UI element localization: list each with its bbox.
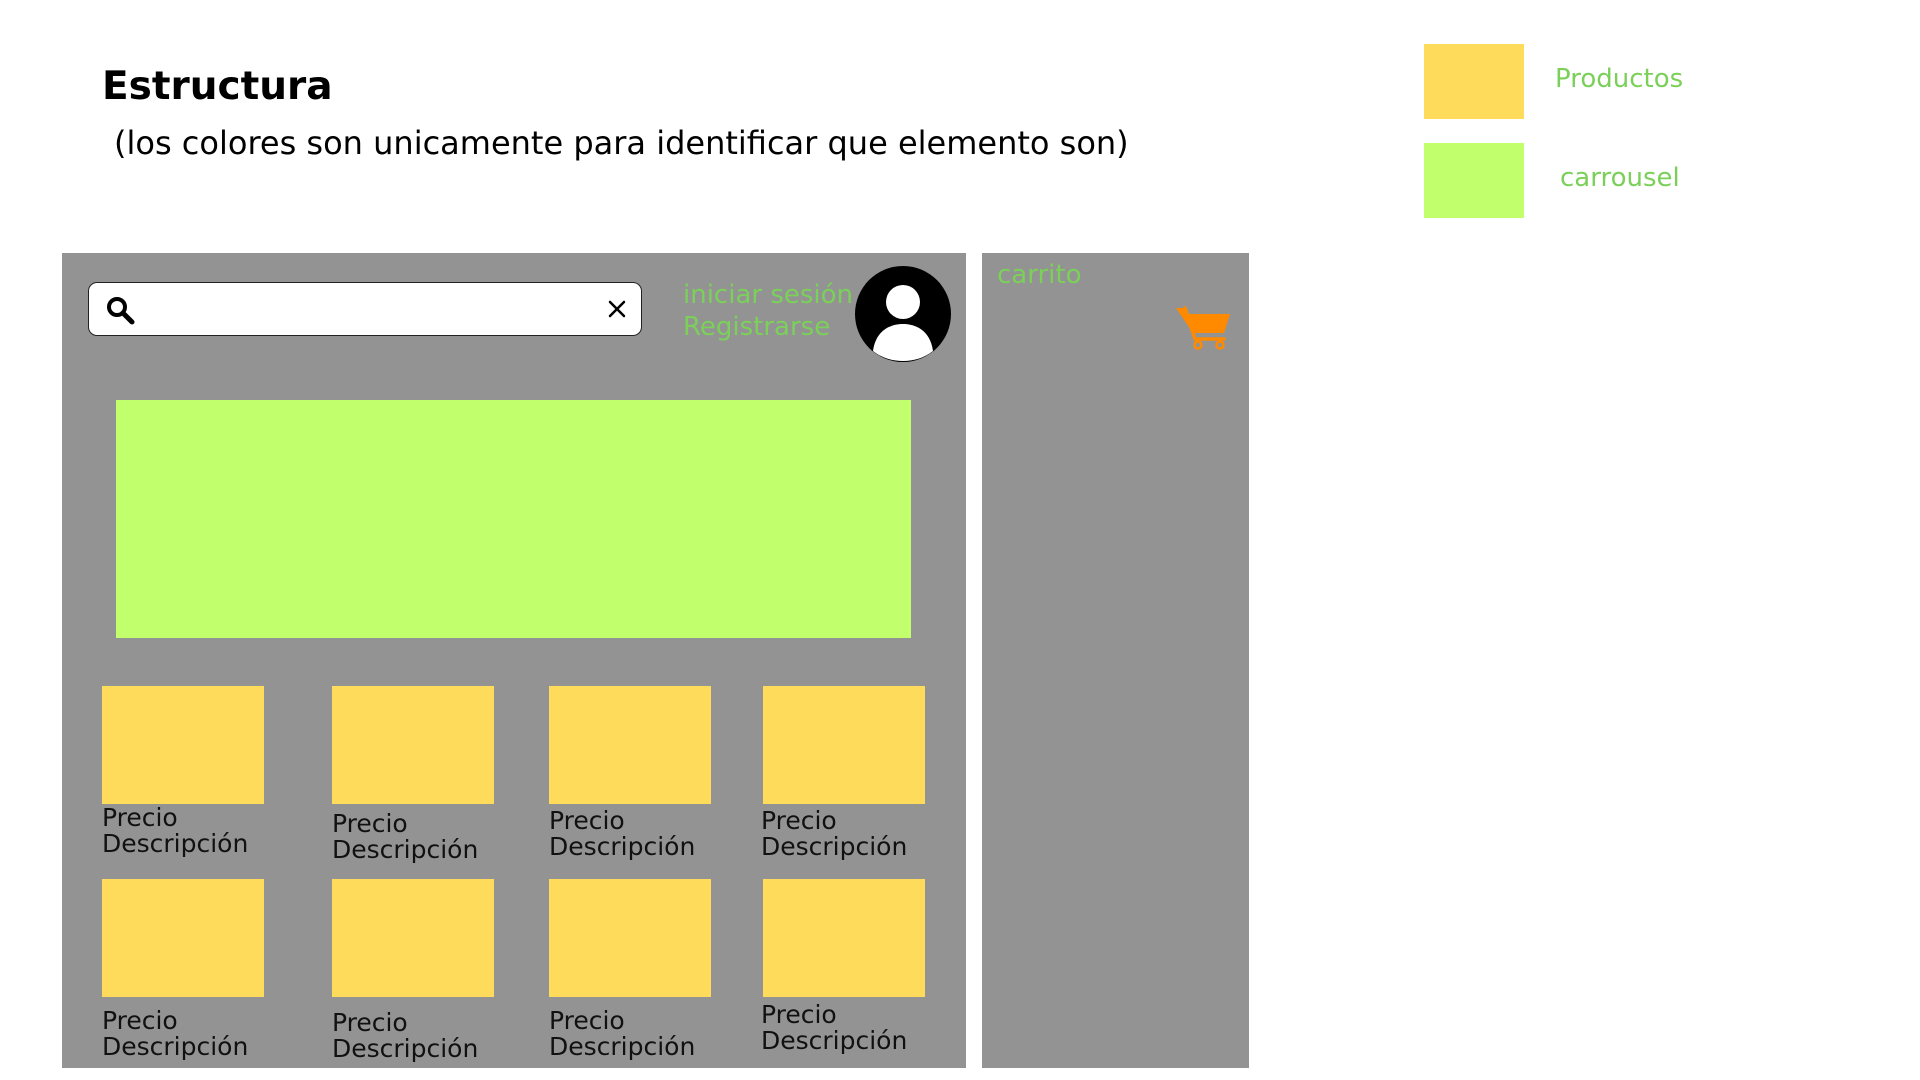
product-info: Precio Descripción [332, 811, 478, 863]
product-description: Descripción [332, 1034, 479, 1063]
product-info: Precio Descripción [549, 808, 695, 860]
product-info: Precio Descripción [549, 1008, 695, 1060]
product-image[interactable] [549, 686, 711, 804]
register-link[interactable]: Registrarse [683, 312, 830, 342]
product-price: Precio [761, 1000, 837, 1029]
product-description: Descripción [102, 1032, 249, 1061]
product-description: Descripción [102, 829, 249, 858]
product-price: Precio [761, 806, 837, 835]
login-link[interactable]: iniciar sesión [683, 280, 853, 310]
search-input[interactable] [88, 282, 642, 336]
product-image[interactable] [332, 686, 494, 804]
product-description: Descripción [549, 832, 696, 861]
product-info: Precio Descripción [102, 1008, 248, 1060]
product-image[interactable] [549, 879, 711, 997]
product-image[interactable] [763, 879, 925, 997]
user-avatar-icon[interactable] [854, 265, 952, 363]
legend-label-carrousel: carrousel [1560, 163, 1680, 193]
product-description: Descripción [761, 1026, 908, 1055]
wireframe-canvas: Estructura (los colores son unicamente p… [0, 0, 1920, 1080]
product-info: Precio Descripción [332, 1010, 478, 1062]
product-info: Precio Descripción [102, 805, 248, 857]
page-title: Estructura [102, 64, 333, 109]
product-price: Precio [332, 1008, 408, 1037]
product-image[interactable] [102, 686, 264, 804]
product-description: Descripción [549, 1032, 696, 1061]
product-price: Precio [549, 806, 625, 835]
product-info: Precio Descripción [761, 808, 907, 860]
product-description: Descripción [332, 835, 479, 864]
product-description: Descripción [761, 832, 908, 861]
product-price: Precio [102, 1006, 178, 1035]
legend-label-productos: Productos [1555, 64, 1684, 94]
close-icon[interactable] [605, 297, 629, 321]
product-price: Precio [332, 809, 408, 838]
product-info: Precio Descripción [761, 1002, 907, 1054]
product-image[interactable] [332, 879, 494, 997]
product-image[interactable] [763, 686, 925, 804]
cart-panel [982, 253, 1249, 1068]
legend-swatch-productos [1424, 44, 1524, 119]
product-image[interactable] [102, 879, 264, 997]
search-icon[interactable] [105, 295, 135, 325]
product-price: Precio [102, 803, 178, 832]
legend-swatch-carrousel [1424, 143, 1524, 218]
product-price: Precio [549, 1006, 625, 1035]
carousel[interactable] [116, 400, 911, 638]
shopping-cart-icon[interactable] [1174, 303, 1232, 351]
cart-label: carrito [997, 260, 1082, 290]
page-subtitle: (los colores son unicamente para identif… [114, 124, 1129, 162]
